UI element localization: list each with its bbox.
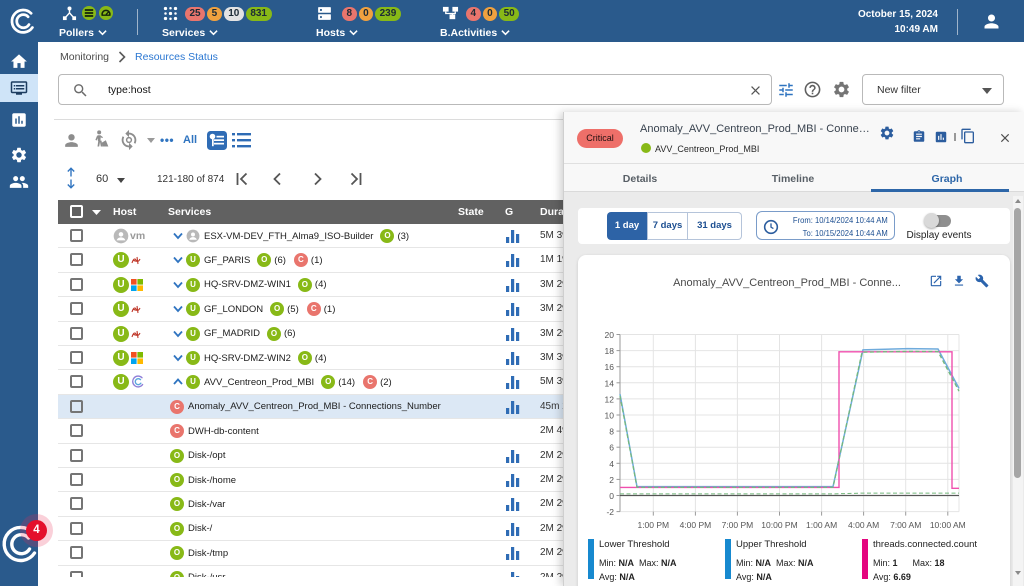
svg-text:18: 18 [605, 346, 615, 356]
svg-text:16: 16 [605, 362, 615, 372]
svg-text:10:00 PM: 10:00 PM [761, 520, 797, 530]
svg-text:8: 8 [609, 427, 614, 437]
svg-text:6: 6 [609, 443, 614, 453]
svg-text:14: 14 [605, 378, 615, 388]
svg-text:10:00 AM: 10:00 AM [930, 520, 966, 530]
svg-text:-2: -2 [606, 507, 614, 517]
svg-text:0: 0 [609, 491, 614, 501]
svg-text:2: 2 [609, 475, 614, 485]
svg-text:7:00 AM: 7:00 AM [890, 520, 921, 530]
svg-text:4: 4 [609, 459, 614, 469]
svg-text:1:00 PM: 1:00 PM [637, 520, 669, 530]
svg-text:10: 10 [605, 411, 615, 421]
svg-text:1:00 AM: 1:00 AM [806, 520, 837, 530]
svg-text:7:00 PM: 7:00 PM [722, 520, 754, 530]
svg-text:4:00 PM: 4:00 PM [680, 520, 712, 530]
svg-text:12: 12 [605, 394, 615, 404]
svg-text:20: 20 [605, 330, 615, 340]
svg-text:4:00 AM: 4:00 AM [848, 520, 879, 530]
